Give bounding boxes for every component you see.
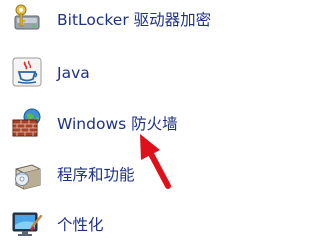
control-panel-item-bitlocker[interactable]: BitLocker 驱动器加密	[0, 0, 255, 40]
firewall-icon	[10, 106, 44, 140]
personalization-label[interactable]: 个性化	[57, 216, 104, 234]
bitlocker-icon	[10, 2, 44, 36]
programs-features-icon	[10, 157, 44, 191]
bitlocker-label[interactable]: BitLocker 驱动器加密	[57, 11, 211, 29]
control-panel-item-programs-features[interactable]: 程序和功能	[0, 155, 255, 195]
windows-firewall-label[interactable]: Windows 防火墙	[57, 115, 178, 133]
java-icon	[10, 55, 44, 89]
control-panel-item-java[interactable]: Java	[0, 53, 255, 93]
java-label[interactable]: Java	[57, 64, 90, 82]
control-panel-item-personalization[interactable]: 个性化	[0, 205, 255, 245]
personalization-icon	[10, 207, 44, 241]
programs-features-label[interactable]: 程序和功能	[57, 166, 135, 184]
control-panel-item-windows-firewall[interactable]: Windows 防火墙	[0, 104, 255, 144]
